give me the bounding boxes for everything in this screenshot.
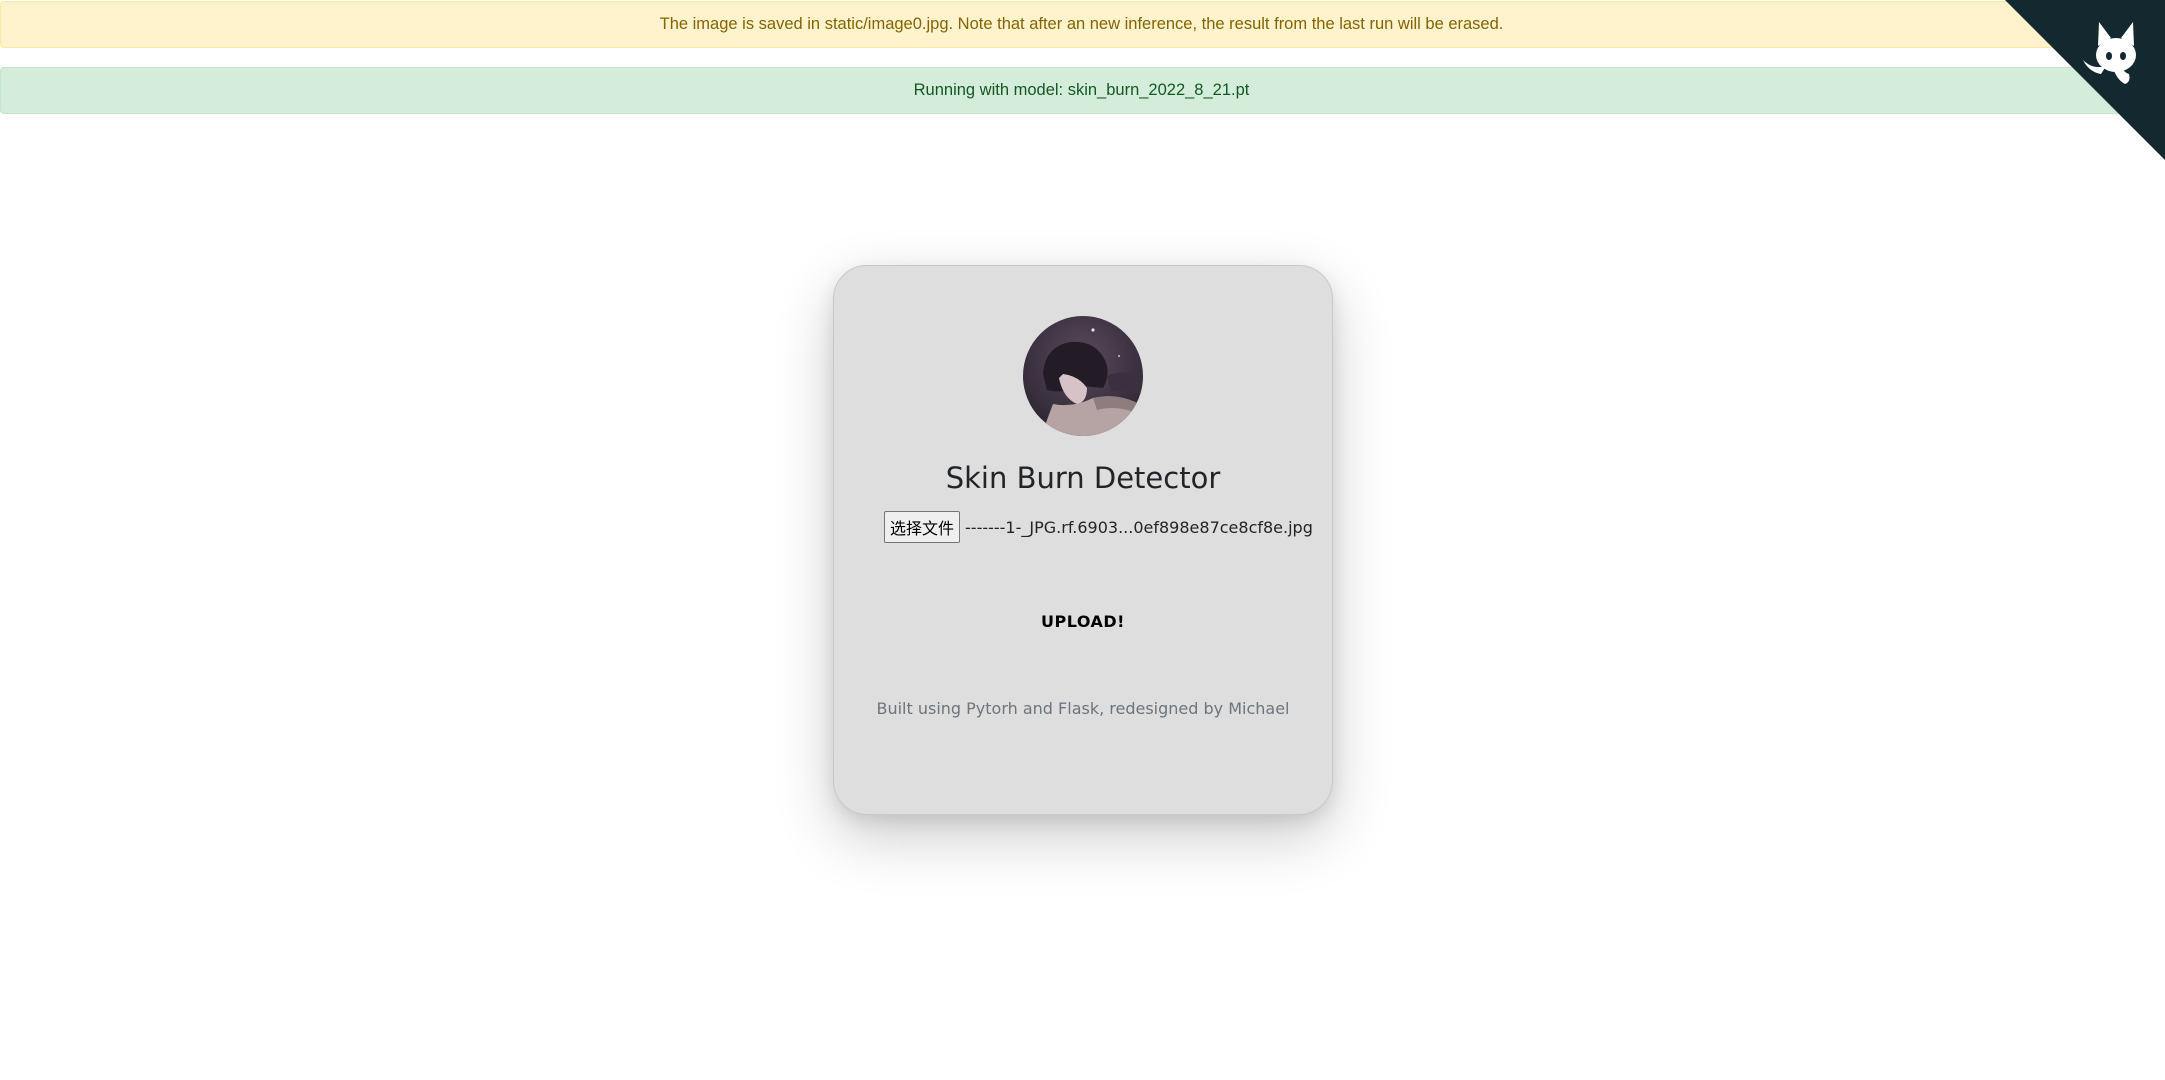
avatar-image <box>1023 316 1143 436</box>
model-status-alert: Running with model: skin_burn_2022_8_21.… <box>0 67 2163 114</box>
footer-credit: Built using Pytorh and Flask, redesigned… <box>876 699 1290 718</box>
upload-card: Skin Burn Detector 选择文件 -------1-_JPG.rf… <box>833 265 1333 815</box>
saved-image-alert: The image is saved in static/image0.jpg.… <box>0 1 2163 48</box>
model-status-alert-text: Running with model: skin_burn_2022_8_21.… <box>913 81 1250 99</box>
avatar <box>1023 316 1143 436</box>
app-title: Skin Burn Detector <box>945 461 1221 495</box>
file-input[interactable]: 选择文件 -------1-_JPG.rf.6903...0ef898e87ce… <box>884 511 1313 543</box>
upload-button[interactable]: UPLOAD! <box>834 611 1332 632</box>
saved-image-alert-text: The image is saved in static/image0.jpg.… <box>659 15 1504 33</box>
github-octocat-icon <box>2005 0 2165 160</box>
selected-file-name: -------1-_JPG.rf.6903...0ef898e87ce8cf8e… <box>965 517 1313 537</box>
github-corner-link[interactable] <box>2005 0 2165 160</box>
choose-file-button[interactable]: 选择文件 <box>884 511 961 543</box>
